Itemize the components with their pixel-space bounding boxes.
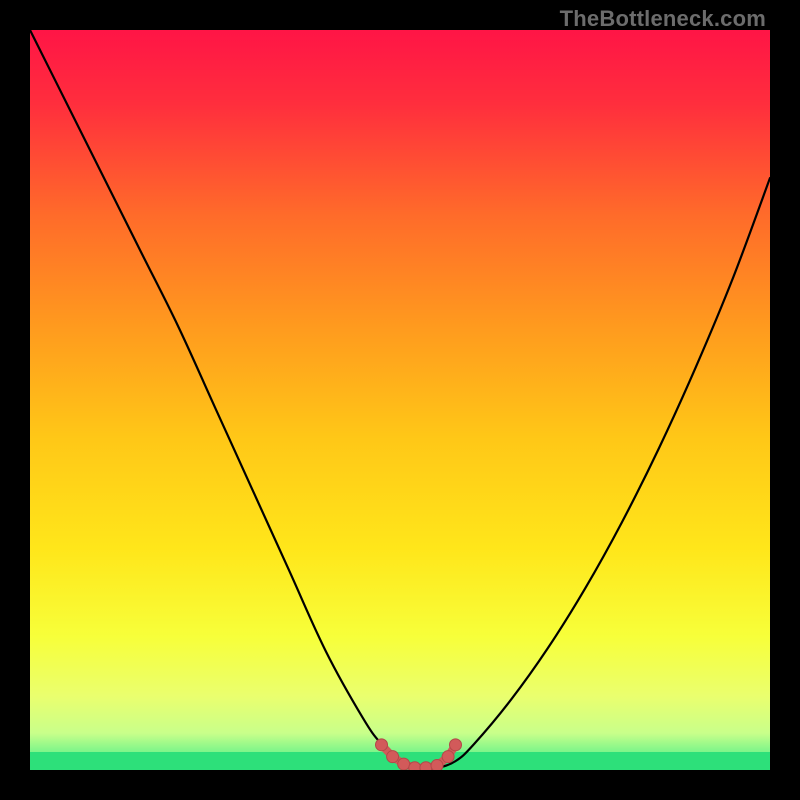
highlight-marker [398, 758, 410, 770]
highlight-marker [409, 762, 421, 770]
highlight-marker [431, 760, 443, 770]
main-curve [30, 30, 770, 769]
plot-area [30, 30, 770, 770]
chart-frame: TheBottleneck.com [0, 0, 800, 800]
highlight-marker [420, 762, 432, 770]
highlight-marker [376, 739, 388, 751]
highlight-marker [387, 751, 399, 763]
watermark-text: TheBottleneck.com [560, 6, 766, 32]
highlight-marker [442, 751, 454, 763]
curve-layer [30, 30, 770, 770]
highlight-marker [450, 739, 462, 751]
